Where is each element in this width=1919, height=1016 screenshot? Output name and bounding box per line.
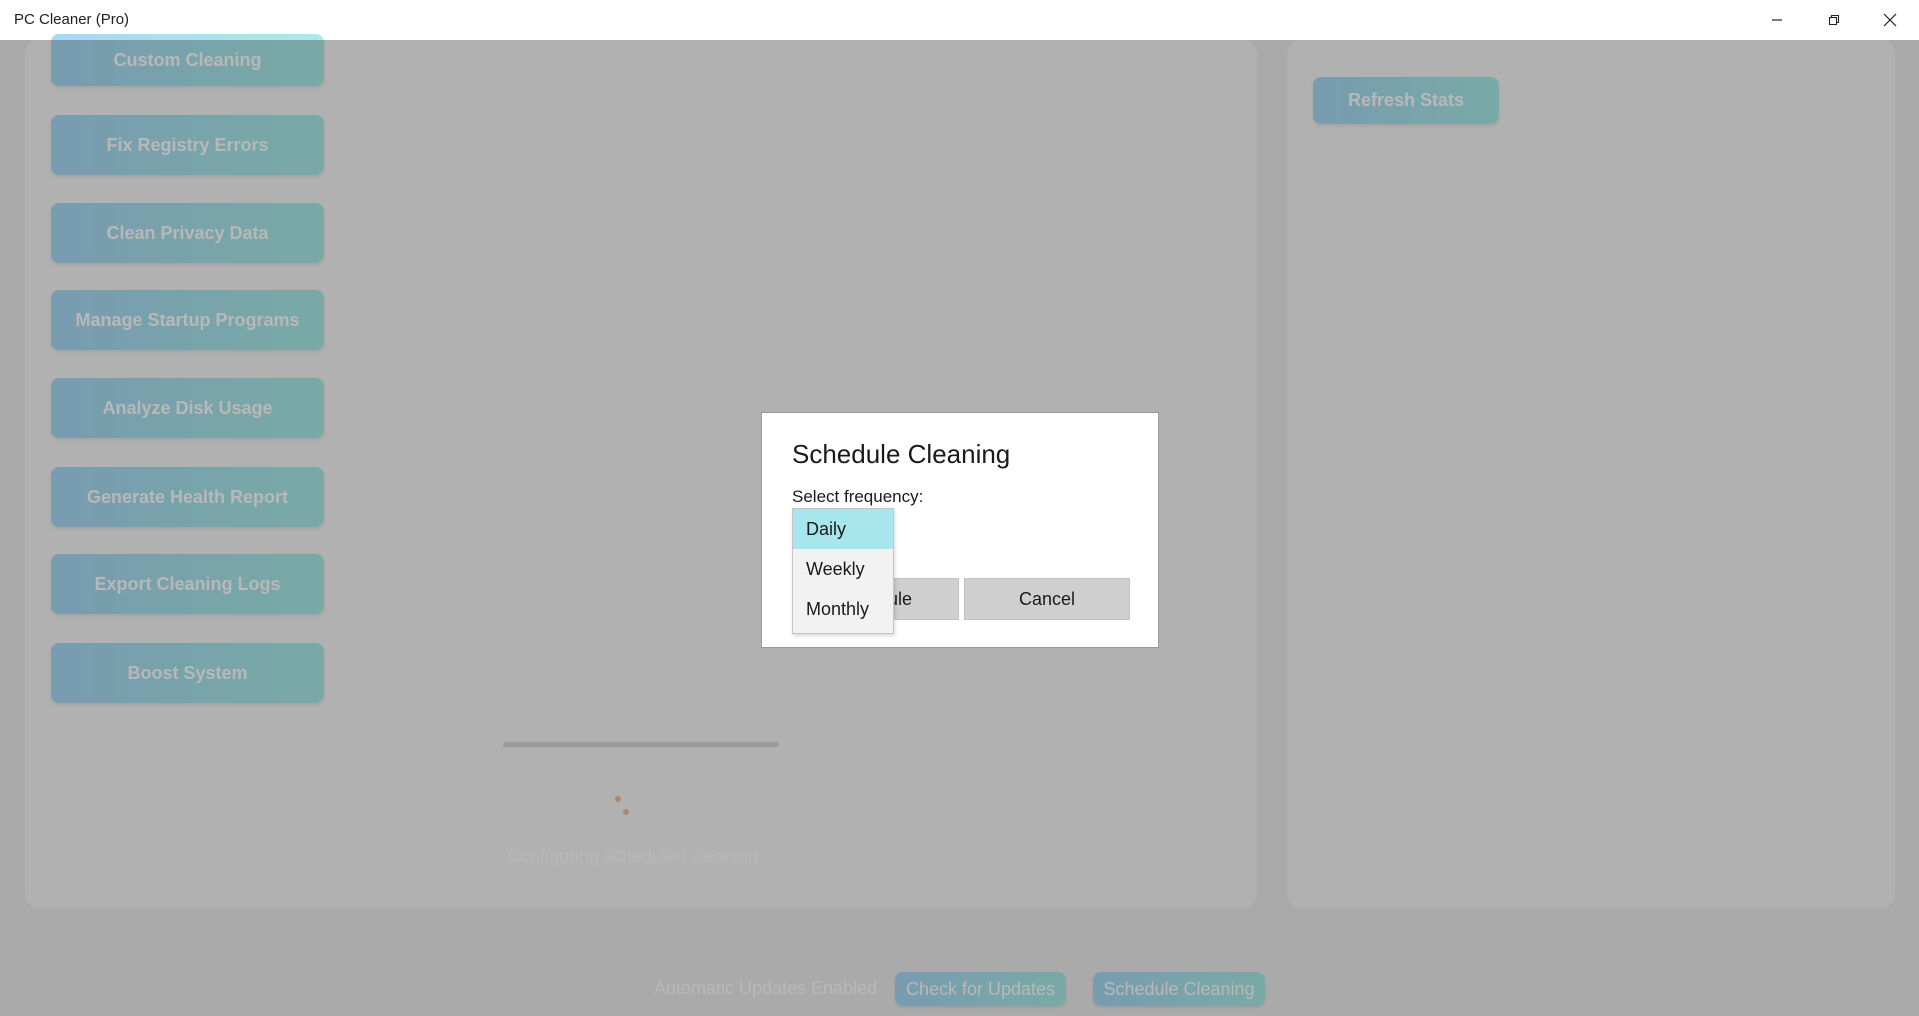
cancel-button[interactable]: Cancel <box>964 578 1130 620</box>
frequency-dropdown-list[interactable]: Daily Weekly Monthly <box>792 508 894 634</box>
restore-button[interactable] <box>1806 0 1862 40</box>
frequency-option-daily[interactable]: Daily <box>793 509 893 549</box>
frequency-option-monthly[interactable]: Monthly <box>793 589 893 629</box>
close-button[interactable] <box>1862 0 1918 40</box>
minimize-button[interactable] <box>1749 0 1805 40</box>
frequency-option-weekly[interactable]: Weekly <box>793 549 893 589</box>
dialog-title: Schedule Cleaning <box>792 439 1011 469</box>
window-title: PC Cleaner (Pro) <box>14 11 130 28</box>
restore-icon <box>1828 14 1840 26</box>
schedule-cleaning-dialog: Schedule Cleaning Select frequency: ule … <box>761 412 1159 648</box>
minimize-icon <box>1772 19 1782 21</box>
close-icon <box>1883 13 1897 27</box>
frequency-label: Select frequency: <box>792 487 924 506</box>
